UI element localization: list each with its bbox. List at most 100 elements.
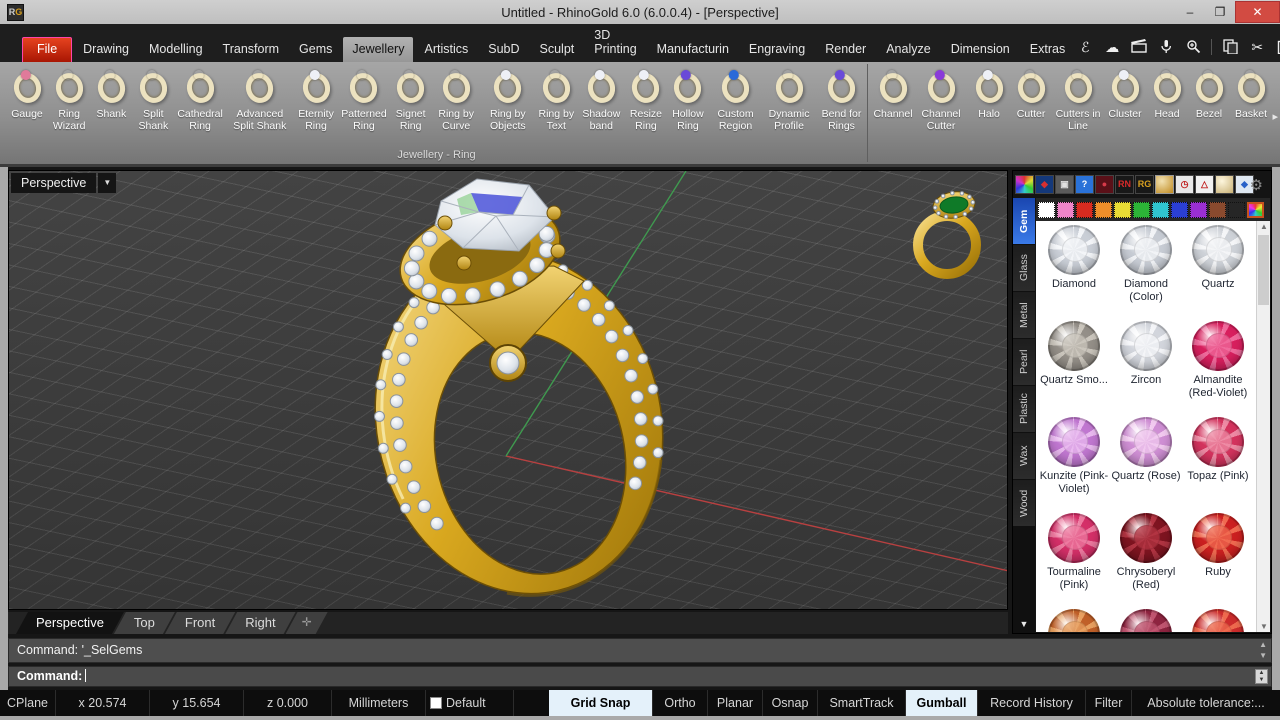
ribbon-button[interactable]: Ring by Curve — [432, 67, 481, 133]
command-spinner[interactable]: ▲▼ — [1255, 669, 1268, 684]
scroll-thumb[interactable] — [1258, 235, 1269, 305]
monitor-icon[interactable]: ▣ — [1055, 175, 1074, 194]
color-filter-swatch[interactable] — [1171, 202, 1188, 218]
ribbon-button[interactable]: Basket — [1230, 67, 1272, 121]
ribbon-button[interactable]: Cathedral Ring — [174, 67, 225, 133]
status-spacer[interactable] — [514, 690, 549, 716]
status-coord-z[interactable]: z 0.000 — [244, 690, 332, 716]
status-ortho[interactable]: Ortho — [653, 690, 708, 716]
ribbon-tab[interactable]: Render — [816, 37, 875, 62]
viewport-tab[interactable]: Front — [165, 612, 235, 634]
ribbon-tab[interactable]: File — [22, 37, 72, 62]
settings-gear-icon[interactable]: ⚙ — [1250, 176, 1269, 194]
ribbon-button[interactable]: Cutter — [1010, 67, 1052, 121]
category-scroll-down-icon[interactable]: ▼ — [1013, 619, 1035, 629]
microphone-icon[interactable] — [1157, 39, 1175, 55]
status-tolerance[interactable]: Absolute tolerance:... — [1132, 690, 1280, 716]
rhinonest-icon[interactable]: RN — [1115, 175, 1134, 194]
color-filter-swatch[interactable] — [1038, 202, 1055, 218]
scissors-icon[interactable]: ✂ — [1248, 39, 1266, 55]
ribbon-button[interactable]: Custom Region — [709, 67, 762, 133]
gem-item[interactable]: Quartz (Rose) — [1110, 417, 1182, 511]
color-filter-swatch[interactable] — [1133, 202, 1150, 218]
viewport-3d[interactable]: Perspective ▼ — [8, 170, 1008, 610]
color-filter-swatch[interactable] — [1076, 202, 1093, 218]
copy-icon[interactable] — [1221, 39, 1239, 55]
gem-item[interactable]: Diamond (Color) — [1110, 225, 1182, 319]
material-category-tab[interactable]: Glass — [1013, 245, 1035, 291]
layers-icon[interactable]: ◆ — [1035, 175, 1054, 194]
gem-item[interactable]: Topaz (Pink) — [1182, 417, 1254, 511]
viewport-tab[interactable]: Right — [225, 612, 295, 634]
status-coord-y[interactable]: y 15.654 — [150, 690, 244, 716]
ribbon-tab[interactable]: Manufacturin — [648, 37, 738, 62]
gem-item[interactable]: Quartz Smo... — [1038, 321, 1110, 415]
gem-item[interactable]: Tourmaline (Pink) — [1038, 513, 1110, 607]
ribbon-button[interactable]: Ring by Objects — [481, 67, 535, 133]
pearl-icon[interactable] — [1215, 175, 1234, 194]
ribbon-tab[interactable]: Artistics — [415, 37, 477, 62]
ribbon-button[interactable]: Channel — [872, 67, 914, 121]
color-filter-swatch[interactable] — [1190, 202, 1207, 218]
zoom-plus-icon[interactable] — [1184, 39, 1202, 55]
viewport-tab[interactable]: Perspective — [16, 612, 124, 634]
status-record-history[interactable]: Record History — [978, 690, 1086, 716]
gem-item[interactable]: Diamond — [1038, 225, 1110, 319]
viewport-title[interactable]: Perspective — [11, 173, 96, 193]
material-category-tab[interactable]: Wood — [1013, 480, 1035, 526]
clock-icon[interactable]: ◷ — [1175, 175, 1194, 194]
material-sphere-icon[interactable] — [1155, 175, 1174, 194]
gem-item[interactable] — [1110, 609, 1182, 632]
ribbon-button[interactable]: Dynamic Profile — [762, 67, 816, 133]
status-coord-x[interactable]: x 20.574 — [56, 690, 150, 716]
ribbon-tab[interactable]: Dimension — [942, 37, 1019, 62]
material-category-tab[interactable]: Plastic — [1013, 386, 1035, 432]
minimize-button[interactable]: – — [1175, 2, 1205, 22]
maximize-button[interactable]: ❐ — [1205, 2, 1235, 22]
gem-item[interactable]: Zircon — [1110, 321, 1182, 415]
ribbon-tab[interactable]: Transform — [214, 37, 289, 62]
color-filter-swatch[interactable] — [1114, 202, 1131, 218]
gem-item[interactable] — [1038, 609, 1110, 632]
status-gumball[interactable]: Gumball — [906, 690, 978, 716]
ribbon-button[interactable]: Bend for Rings — [816, 67, 867, 133]
signature-icon[interactable]: ℰ — [1076, 39, 1094, 55]
cloud-icon[interactable]: ☁ — [1103, 39, 1121, 55]
material-category-tab[interactable]: Wax — [1013, 433, 1035, 479]
gem-item[interactable]: Kunzite (Pink-Violet) — [1038, 417, 1110, 511]
ribbon-button[interactable]: Head — [1146, 67, 1188, 121]
gem-item[interactable]: Almandite (Red-Violet) — [1182, 321, 1254, 415]
status-planar[interactable]: Planar — [708, 690, 763, 716]
ribbon-button[interactable]: Cutters in Line — [1052, 67, 1104, 133]
status-layer[interactable]: Default — [426, 690, 514, 716]
status-grid-snap[interactable]: Grid Snap — [549, 690, 653, 716]
paste-icon[interactable] — [1275, 39, 1280, 55]
close-button[interactable]: ✕ — [1235, 1, 1280, 23]
rhinogold-icon[interactable]: RG — [1135, 175, 1154, 194]
gem-item[interactable]: Ruby — [1182, 513, 1254, 607]
ribbon-button[interactable]: Advanced Split Shank — [226, 67, 294, 133]
gem-item[interactable]: Chrysoberyl (Red) — [1110, 513, 1182, 607]
status-filter[interactable]: Filter — [1086, 690, 1132, 716]
gem-item[interactable] — [1182, 609, 1254, 632]
ribbon-button[interactable]: Resize Ring — [625, 67, 667, 133]
ribbon-tab[interactable]: Jewellery — [343, 37, 413, 62]
ribbon-button[interactable]: Eternity Ring — [294, 67, 338, 133]
material-category-tab[interactable]: Pearl — [1013, 339, 1035, 385]
gem-item[interactable]: Quartz — [1182, 225, 1254, 319]
color-filter-swatch[interactable] — [1152, 202, 1169, 218]
ribbon-button[interactable]: Ring by Text — [535, 67, 578, 133]
help-icon[interactable]: ? — [1075, 175, 1094, 194]
command-input[interactable]: Command: ▲▼ — [8, 666, 1272, 687]
ribbon-button[interactable]: Signet Ring — [390, 67, 432, 133]
ribbon-tab[interactable]: Engraving — [740, 37, 814, 62]
ribbon-button[interactable]: Split Shank — [132, 67, 174, 133]
weight-icon[interactable]: △ — [1195, 175, 1214, 194]
ribbon-button[interactable]: Hollow Ring — [667, 67, 709, 133]
ribbon-button[interactable]: Shank — [90, 67, 132, 121]
color-filter-swatch[interactable] — [1247, 202, 1264, 218]
ribbon-scroll-arrow[interactable]: ▸ — [1272, 110, 1278, 123]
ribbon-button[interactable]: Channel Cutter — [914, 67, 968, 133]
status-units[interactable]: Millimeters — [332, 690, 426, 716]
ribbon-button[interactable]: Patterned Ring — [338, 67, 389, 133]
